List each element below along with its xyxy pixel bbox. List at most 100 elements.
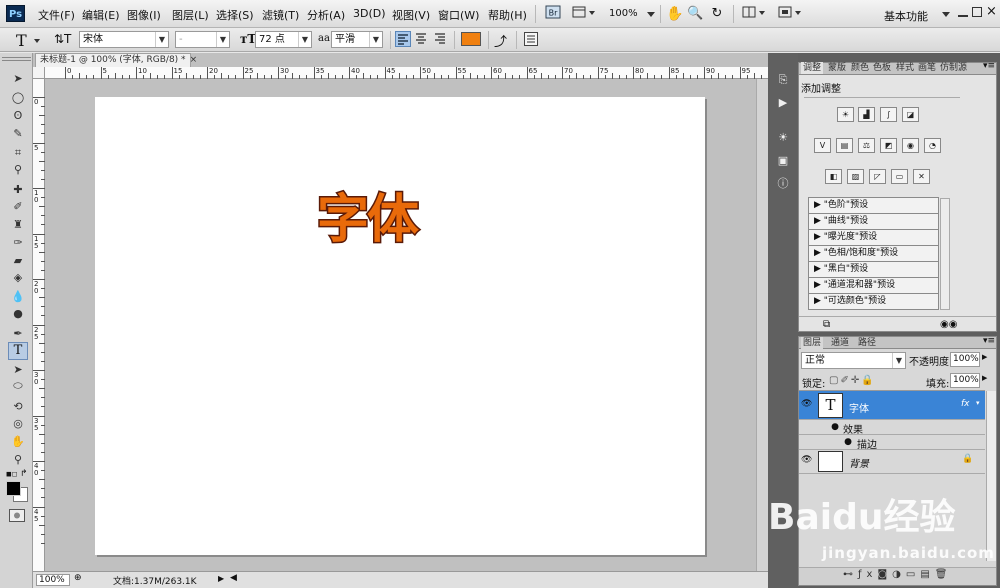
menu-layer[interactable]: 图层(L) [172,7,209,23]
eye-icon[interactable]: ● [830,422,840,432]
gradient-map-icon[interactable]: ▭ [891,169,908,184]
character-panel-icon[interactable] [524,32,538,46]
preset-hue-saturation[interactable]: ▶ "色相/饱和度"预设 [808,246,939,262]
adjustment-options-icon[interactable]: ◉◉ [940,319,957,330]
levels-icon[interactable]: ▟ [858,107,875,122]
hue-saturation-icon[interactable]: ▤ [836,138,853,153]
eye-icon[interactable]: ● [843,437,853,447]
tab-styles[interactable]: 样式 [896,62,914,74]
marquee-tool-icon[interactable]: ◯ [9,90,27,105]
ruler-origin[interactable] [33,67,45,79]
preset-channel-mixer[interactable]: ▶ "通道混和器"预设 [808,278,939,294]
tab-paths[interactable]: 路径 [858,337,876,349]
menu-file[interactable]: 文件(F) [38,7,75,23]
dodge-tool-icon[interactable]: ● [9,306,27,321]
status-menu-arrow-icon[interactable]: ▶ [218,574,224,583]
eyedropper-tool-icon[interactable]: ⚲ [9,162,27,177]
presets-scrollbar[interactable] [940,198,950,310]
hand-tool-icon[interactable]: ✋ [9,434,27,449]
animation-panel-icon[interactable]: ▣ [774,153,792,168]
zoom-tool-icon[interactable]: ⚲ [9,452,27,467]
menu-image[interactable]: 图像(I) [127,7,161,23]
color-balance-icon[interactable]: ⚖ [858,138,875,153]
menu-edit[interactable]: 编辑(E) [82,7,120,23]
eye-icon[interactable]: 👁 [801,399,812,409]
fx-icon[interactable]: fx [961,399,970,409]
pen-tool-icon[interactable]: ✒ [9,326,27,341]
close-icon[interactable]: × [986,4,997,19]
shape-tool-icon[interactable]: ⬭ [9,378,27,393]
menu-help[interactable]: 帮助(H) [488,7,527,23]
curves-icon[interactable]: ∫ [880,107,897,122]
photo-filter-icon[interactable]: ◉ [902,138,919,153]
preset-curves[interactable]: ▶ "曲线"预设 [808,214,939,230]
tab-color[interactable]: 颜色 [851,62,869,74]
fill-slider-arrow-icon[interactable]: ▶ [982,374,987,382]
vibrance-icon[interactable]: V [814,138,831,153]
3d-rotate-tool-icon[interactable]: ⟲ [9,399,27,414]
minimize-icon[interactable] [958,7,968,17]
arrange-documents-icon[interactable] [740,4,768,24]
opacity-field[interactable]: 100% [950,352,980,367]
expand-effects-icon[interactable]: ▾ [976,399,980,407]
text-orientation-icon[interactable]: ⇅T [54,32,71,46]
actions-panel-icon[interactable]: ▶ [774,95,792,110]
crop-tool-icon[interactable]: ⌗ [9,145,27,160]
preset-exposure[interactable]: ▶ "曝光度"预设 [808,230,939,246]
document-canvas[interactable] [95,97,705,555]
quick-mask-icon[interactable] [9,509,25,522]
blur-tool-icon[interactable]: 💧 [9,289,27,304]
paint-bucket-tool-icon[interactable]: ◈ [9,270,27,285]
tab-layers[interactable]: 图层 [801,337,824,349]
font-family-select[interactable]: 宋体 ▼ [79,31,169,48]
zoom-dropdown-icon[interactable] [647,12,655,17]
tab-brushes[interactable]: 画笔 [918,62,936,74]
selective-color-icon[interactable]: ✕ [913,169,930,184]
align-center-icon[interactable] [414,31,430,47]
layer-footer-icons[interactable]: ⊷ƒx◙◑▭▤🗑 [843,569,952,580]
layer-name[interactable]: 背景 [849,455,869,470]
menu-3d[interactable]: 3D(D) [353,7,386,20]
info-panel-icon[interactable]: ⓘ [774,176,792,191]
spot-healing-tool-icon[interactable]: ✚ [9,182,27,197]
anti-alias-select[interactable]: 平滑 ▼ [331,31,383,48]
tab-channels[interactable]: 通道 [831,337,849,349]
threshold-icon[interactable]: ◸ [869,169,886,184]
maximize-icon[interactable] [972,7,982,17]
lock-icons[interactable]: ▢✐✛🔒 [829,375,876,386]
align-right-icon[interactable] [433,31,449,47]
tab-adjustments[interactable]: 调整 [801,62,824,74]
tab-swatches[interactable]: 色板 [873,62,891,74]
invert-icon[interactable]: ◧ [825,169,842,184]
workspace-dropdown-icon[interactable] [942,12,950,17]
vertical-scrollbar[interactable] [756,79,768,571]
quick-selection-tool-icon[interactable]: ✎ [9,126,27,141]
preset-levels[interactable]: ▶ "色阶"预设 [808,198,939,214]
type-tool-icon[interactable]: T [8,342,28,360]
status-zoom-field[interactable]: 100% [36,574,70,586]
blend-mode-select[interactable]: 正常 ▼ [801,352,906,369]
3d-panel-icon[interactable]: ☀ [774,130,792,145]
text-color-swatch[interactable] [461,32,481,46]
history-brush-tool-icon[interactable]: ✑ [9,235,27,250]
default-colors-icon[interactable]: ◼◻ [6,470,18,478]
align-left-icon[interactable] [395,31,411,47]
menu-view[interactable]: 视图(V) [392,7,430,23]
menu-window[interactable]: 窗口(W) [438,7,479,23]
menu-analysis[interactable]: 分析(A) [307,7,345,23]
layer-effects-row[interactable] [799,420,985,435]
preset-selective-color[interactable]: ▶ "可选颜色"预设 [808,294,939,310]
lasso-tool-icon[interactable]: ʘ [9,108,27,123]
opacity-slider-arrow-icon[interactable]: ▶ [982,353,987,361]
menu-select[interactable]: 选择(S) [216,7,254,23]
canvas-text-layer[interactable]: 字体 [315,177,420,252]
eraser-tool-icon[interactable]: ▰ [9,253,27,268]
preset-black-white[interactable]: ▶ "黑白"预设 [808,262,939,278]
layer-name[interactable]: 字体 [849,400,869,415]
channel-mixer-icon[interactable]: ◔ [924,138,941,153]
view-extras-icon[interactable] [570,4,598,24]
brightness-contrast-icon[interactable]: ☀ [837,107,854,122]
clone-stamp-tool-icon[interactable]: ♜ [9,217,27,232]
zoom-level[interactable]: 100% [609,8,638,19]
foreground-color-swatch[interactable] [6,481,21,496]
